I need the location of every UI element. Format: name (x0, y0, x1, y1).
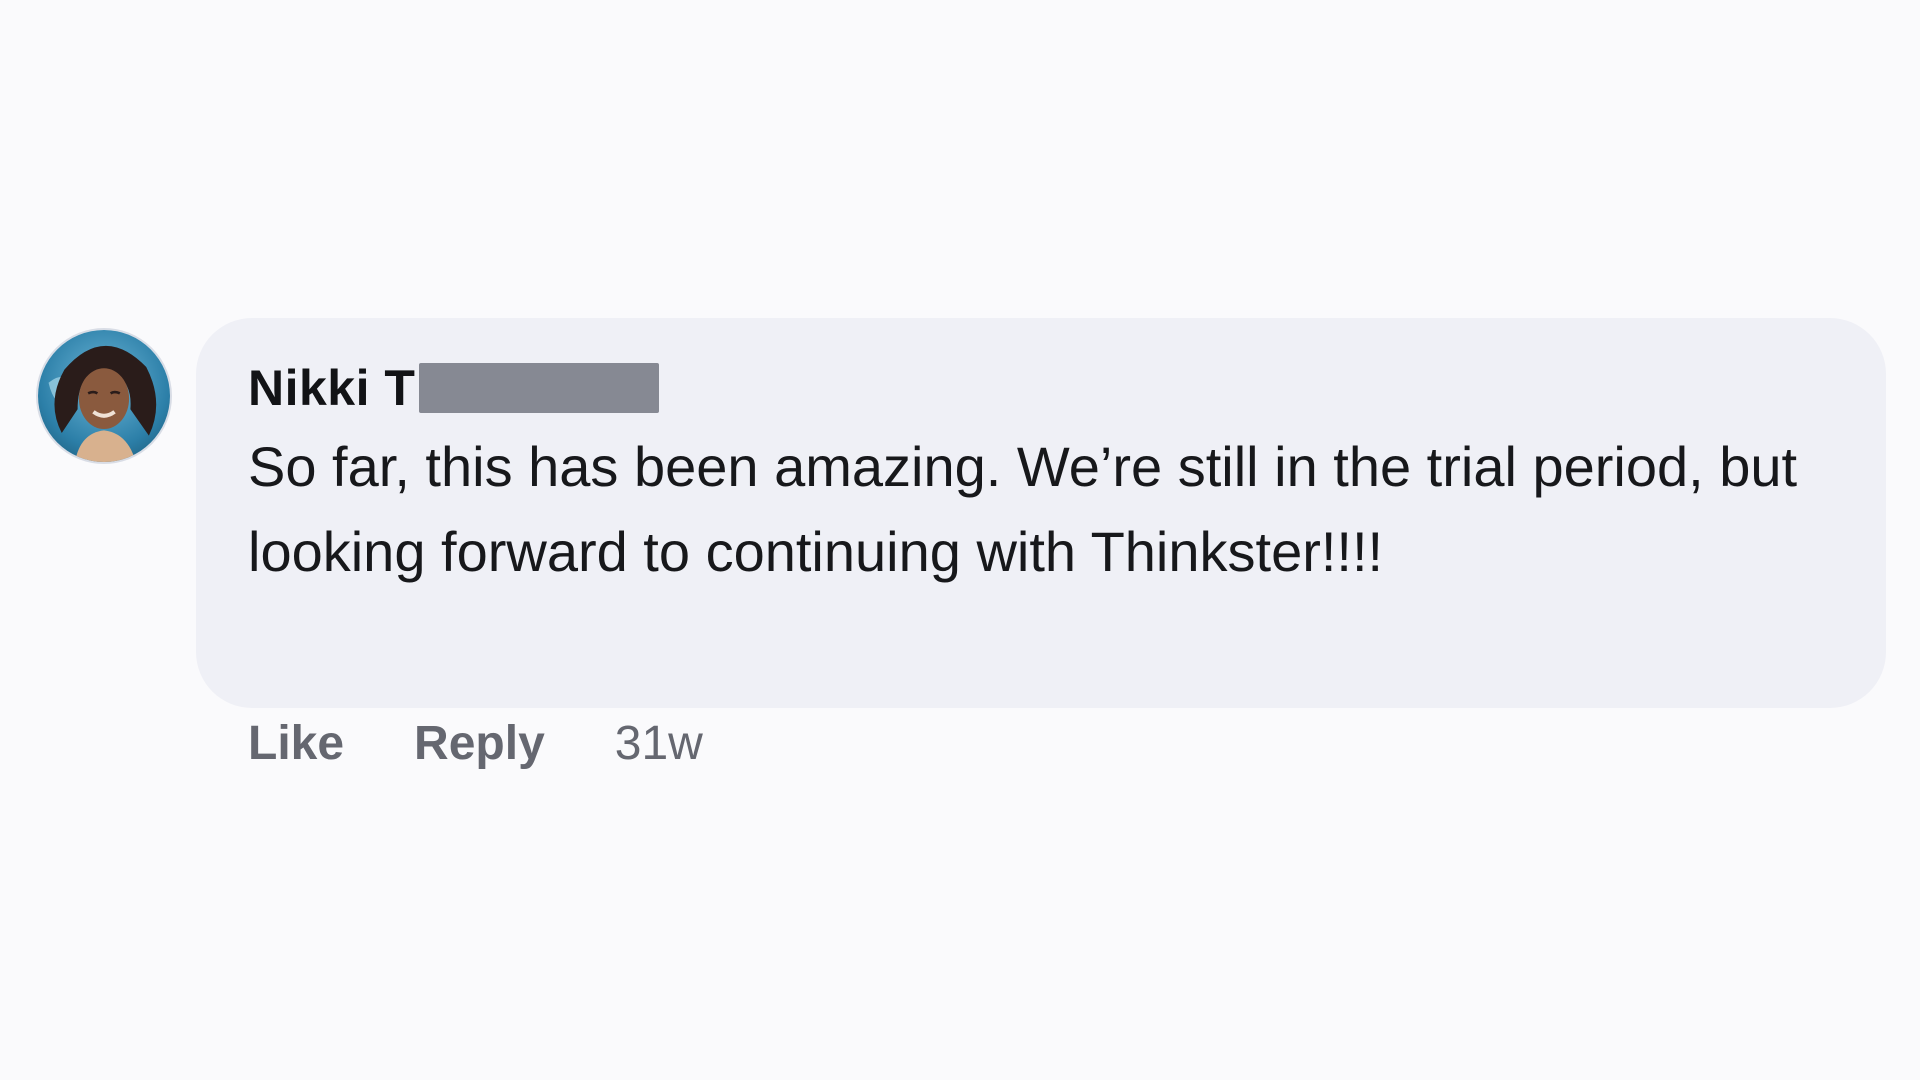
comment-actions: Like Reply 31w (248, 716, 703, 771)
author-name[interactable]: Nikki T (248, 359, 415, 417)
comment-timestamp[interactable]: 31w (615, 716, 703, 771)
avatar-photo-icon (38, 330, 170, 462)
reply-button[interactable]: Reply (414, 716, 545, 771)
author-row: Nikki T (248, 359, 660, 417)
avatar[interactable] (36, 328, 172, 464)
page: Nikki T So far, this has been amazing. W… (0, 0, 1920, 1080)
redaction-block (419, 363, 660, 413)
comment-bubble: Nikki T So far, this has been amazing. W… (196, 318, 1886, 708)
comment-text: So far, this has been amazing. We’re sti… (248, 435, 1798, 583)
like-button[interactable]: Like (248, 716, 344, 771)
